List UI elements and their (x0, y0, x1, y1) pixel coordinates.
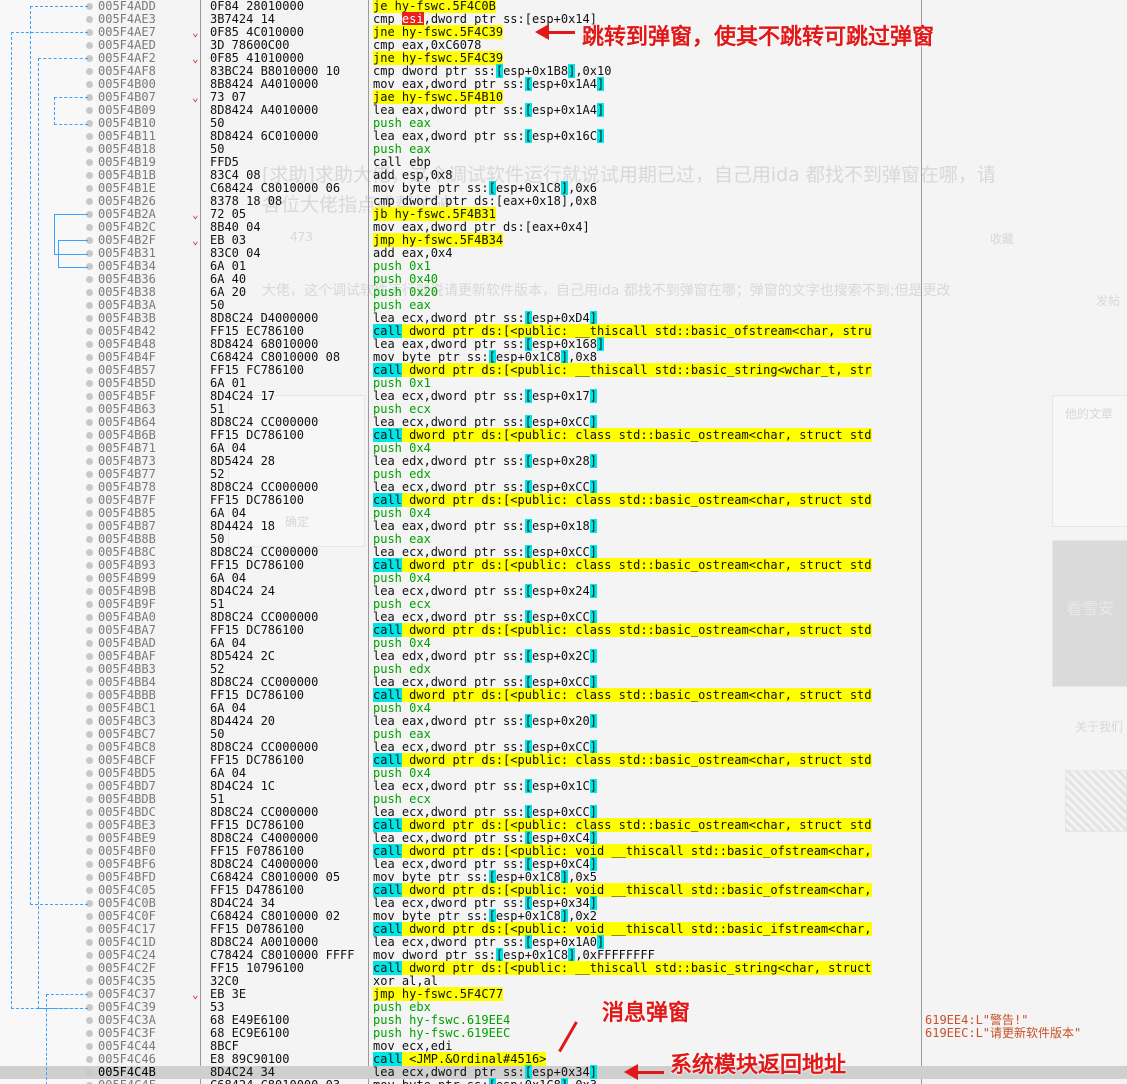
row-address: 005F4C4F (98, 1079, 156, 1084)
row-instruction: call dword ptr ds:[<public: class std::b… (373, 558, 872, 572)
asm-row[interactable]: 005F4C35 32C0 xor al,al (0, 975, 1127, 988)
jump-arrow-5F4C37 (46, 994, 88, 1084)
row-instruction: call dword ptr ds:[<public: __thiscall s… (373, 363, 872, 377)
annotation-retaddr: 系统模块返回地址 (670, 1053, 847, 1078)
asm-row[interactable]: 005F4BCF FF15 DC786100 call dword ptr ds:[… (0, 753, 1127, 767)
annotation-msgbox: 消息弹窗 (602, 1001, 691, 1026)
asm-row[interactable]: 005F4BAF 8D5424 2C lea edx,dword ptr ss:[e… (0, 649, 1127, 663)
asm-row[interactable]: 005F4B2C 8B40 04 mov eax,dword ptr ds:[eax… (0, 221, 1127, 234)
jump-direction-icon: ⌄ (192, 52, 199, 65)
jump-direction-icon: ⌄ (192, 91, 199, 104)
row-instruction: call dword ptr ds:[<public: __thiscall s… (373, 961, 872, 975)
asm-row[interactable]: 005F4B93 FF15 DC786100 call dword ptr ds:[… (0, 558, 1127, 572)
asm-row[interactable]: 005F4B38 6A 20 push 0x20 (0, 286, 1127, 299)
row-bytes: 8D8424 A4010000 (210, 103, 319, 117)
jump-arrow-5F4ADD (30, 6, 88, 905)
row-instruction: call dword ptr ds:[<public: class std::b… (373, 623, 872, 637)
asm-row[interactable]: 005F4AED 3D 78600C00 cmp eax,0xC6078 (0, 39, 1127, 52)
jump-direction-icon: ⌄ (192, 208, 199, 221)
row-instruction: call dword ptr ds:[<public: class std::b… (373, 753, 872, 767)
jump-direction-icon: ⌄ (192, 988, 199, 1001)
asm-row[interactable]: 005F4B26 8378 18 08 cmp dword ptr ds:[eax+… (0, 195, 1127, 208)
asm-row[interactable]: 005F4B57 FF15 FC786100 call dword ptr ds:[… (0, 363, 1127, 377)
row-instruction: mov byte ptr ss:[esp+0x1C8],0x3 (373, 1078, 597, 1084)
asm-row[interactable]: 005F4B7F FF15 DC786100 call dword ptr ds:[… (0, 493, 1127, 507)
red-arrow-jump (535, 24, 575, 40)
red-arrow-retaddr (624, 1064, 664, 1080)
row-comment: 619EEC:L"请更新软件版本" (925, 1026, 1082, 1040)
row-instruction: call dword ptr ds:[<public: class std::b… (373, 493, 872, 507)
asm-row[interactable]: 005F4B2F ⌄ EB 03 jmp hy-fswc.5F4B34 (0, 233, 1127, 247)
asm-row[interactable]: 005F4C37 ⌄ EB 3E jmp hy-fswc.5F4C77 (0, 987, 1127, 1001)
asm-row[interactable]: 005F4B73 8D5424 28 lea edx,dword ptr ss:[e… (0, 454, 1127, 468)
asm-row[interactable]: 005F4AE3 3B7424 14 cmp esi,dword ptr ss:[e… (0, 12, 1127, 26)
asm-row[interactable]: 005F4B19 FFD5 call ebp (0, 156, 1127, 169)
asm-row[interactable]: 005F4B87 8D4424 18 lea eax,dword ptr ss:[e… (0, 519, 1127, 533)
asm-row[interactable]: 005F4C4F C68424 C8010000 03 mov byte ptr s… (0, 1078, 1127, 1084)
asm-row[interactable]: 005F4BBB FF15 DC786100 call dword ptr ds:[… (0, 688, 1127, 702)
asm-row[interactable]: 005F4BC3 8D4424 20 lea eax,dword ptr ss:[e… (0, 714, 1127, 728)
row-bytes: C68424 C8010000 03 (210, 1079, 340, 1084)
asm-row[interactable]: 005F4B36 6A 40 push 0x40 (0, 273, 1127, 286)
asm-row[interactable]: 005F4BD7 8D4C24 1C lea ecx,dword ptr ss:[e… (0, 779, 1127, 793)
jump-direction-icon: ⌄ (192, 234, 199, 247)
row-instruction: call dword ptr ds:[<public: class std::b… (373, 428, 872, 442)
asm-row[interactable]: 005F4B34 6A 01 push 0x1 (0, 260, 1127, 273)
jump-direction-icon: ⌄ (192, 26, 199, 39)
asm-row[interactable]: 005F4B09 8D8424 A4010000 lea eax,dword ptr… (0, 103, 1127, 117)
asm-row[interactable]: 005F4B18 50 push eax (0, 143, 1127, 156)
asm-row[interactable]: 005F4C3F 68 EC9E6100 push hy-fswc.619EEC 61… (0, 1027, 1127, 1040)
annotation-jump: 跳转到弹窗，使其不跳转可跳过弹窗 (582, 25, 935, 50)
row-instruction: call dword ptr ds:[<public: class std::b… (373, 688, 872, 702)
asm-row[interactable]: 005F4B31 83C0 04 add eax,0x4 (0, 247, 1127, 260)
row-bytes: 8D8424 6C010000 (210, 129, 319, 143)
asm-row[interactable]: 005F4B00 8B8424 A4010000 mov eax,dword ptr… (0, 77, 1127, 91)
debugger-window: [求助]求助大佬，这个调试软件运行就说试用期已过，自己用ida 都找不到弹窗在哪… (0, 0, 1127, 1084)
asm-row[interactable]: 005F4B9B 8D4C24 24 lea ecx,dword ptr ss:[e… (0, 584, 1127, 598)
asm-row[interactable]: 005F4B11 8D8424 6C010000 lea eax,dword ptr… (0, 129, 1127, 143)
asm-row[interactable]: 005F4B6B FF15 DC786100 call dword ptr ds:[… (0, 428, 1127, 442)
asm-row[interactable]: 005F4BA7 FF15 DC786100 call dword ptr ds:[… (0, 623, 1127, 637)
asm-row[interactable]: 005F4C2F FF15 10796100 call dword ptr ds:[… (0, 961, 1127, 975)
asm-row[interactable]: 005F4B5F 8D4C24 17 lea ecx,dword ptr ss:[e… (0, 389, 1127, 403)
